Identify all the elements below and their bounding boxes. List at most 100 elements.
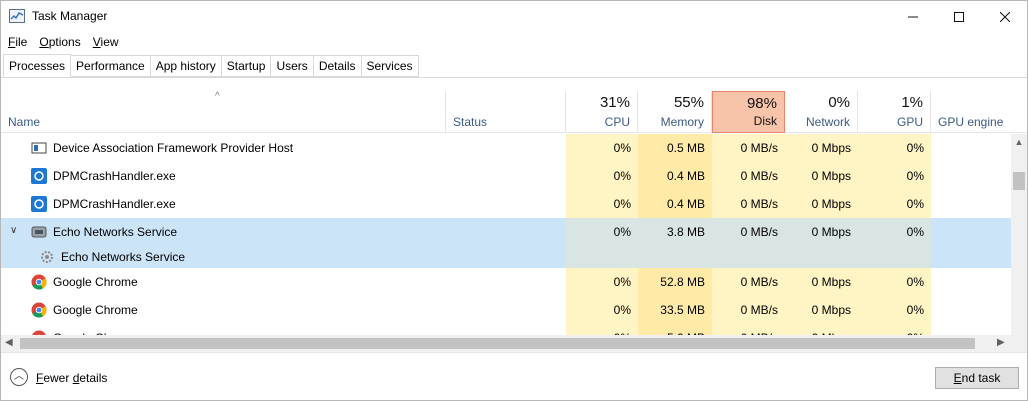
cpu-cell: 0% — [566, 162, 638, 190]
gpu-cell: 0% — [858, 218, 931, 246]
process-name: Google Chrome — [53, 303, 138, 317]
horizontal-scrollbar[interactable]: ◀ ▶ — [1, 335, 1027, 352]
fewer-details-link[interactable]: Fewer details — [36, 371, 107, 385]
service-window-icon — [31, 140, 47, 156]
gpu-cell: 0% — [858, 190, 931, 218]
network-cell: 0 Mbps — [785, 134, 858, 162]
memory-cell: 0.4 MB — [638, 162, 712, 190]
process-name: Echo Networks Service — [61, 250, 186, 264]
menu-file[interactable]: File — [1, 32, 32, 52]
cpu-cell — [566, 246, 638, 268]
disk-cell: 0 MB/s — [712, 134, 785, 162]
memory-cell: 0.4 MB — [638, 190, 712, 218]
process-list: 0% 0.5 MB 0 MB/s 0 Mbps 0% Device Association… — [1, 134, 1011, 335]
column-gpu-engine[interactable]: GPU engine — [931, 91, 1027, 133]
disk-cell: 0 MB/s — [712, 162, 785, 190]
cpu-cell: 0% — [566, 268, 638, 296]
vertical-scrollbar[interactable]: ▲ — [1011, 134, 1027, 335]
tab-app-history[interactable]: App history — [150, 55, 222, 77]
network-cell: 0 Mbps — [785, 324, 858, 335]
tab-users[interactable]: Users — [271, 55, 314, 77]
cpu-cell: 0% — [566, 134, 638, 162]
chevron-down-icon[interactable]: ∨ — [10, 225, 17, 236]
scroll-left-icon[interactable]: ◀ — [5, 337, 13, 348]
task-manager-icon — [9, 9, 25, 23]
tab-performance[interactable]: Performance — [71, 55, 151, 77]
column-gpu[interactable]: 1% GPU — [858, 91, 931, 133]
process-name: Google Chrome — [53, 275, 138, 289]
memory-cell: 33.5 MB — [638, 296, 712, 324]
cpu-cell: 0% — [566, 218, 638, 246]
app-blue-icon — [31, 168, 47, 184]
network-cell: 0 Mbps — [785, 218, 858, 246]
scroll-up-icon[interactable]: ▲ — [1011, 134, 1027, 150]
chrome-icon — [31, 302, 47, 318]
memory-cell: 0.5 MB — [638, 134, 712, 162]
process-row[interactable]: 0% 0.4 MB 0 MB/s 0 Mbps 0% DPMCrashHandler.ex… — [1, 190, 1011, 218]
tab-processes[interactable]: Processes — [3, 54, 72, 77]
tab-strip: Processes Performance App history Startu… — [3, 54, 419, 77]
process-subrow[interactable]: Echo Networks Service — [1, 246, 1011, 268]
gpu-cell: 0% — [858, 296, 931, 324]
memory-cell: 5.0 MB — [638, 324, 712, 335]
tabs-divider — [1, 77, 1027, 78]
network-cell: 0 Mbps — [785, 162, 858, 190]
disk-cell: 0 MB/s — [712, 296, 785, 324]
footer: ︿ Fewer details End task — [1, 352, 1027, 400]
process-name: DPMCrashHandler.exe — [53, 197, 176, 211]
column-disk[interactable]: 98% Disk — [712, 91, 785, 133]
chevron-up-icon[interactable]: ︿ — [10, 368, 28, 386]
network-cell: 0 Mbps — [785, 268, 858, 296]
maximize-button[interactable] — [936, 1, 982, 32]
process-row[interactable]: 0% 3.8 MB 0 MB/s 0 Mbps 0% ∨ Echo Networks Ser… — [1, 218, 1011, 246]
column-memory[interactable]: 55% Memory — [638, 91, 712, 133]
network-cell — [785, 246, 858, 268]
process-row[interactable]: 0% 33.5 MB 0 MB/s 0 Mbps 0% Google Chrome — [1, 296, 1011, 324]
column-status[interactable]: Status — [446, 91, 566, 133]
horizontal-scroll-thumb[interactable] — [20, 338, 975, 349]
column-name[interactable]: ^ Name — [1, 91, 446, 133]
sort-up-icon: ^ — [215, 91, 220, 102]
process-name: Google Chrome — [53, 324, 138, 335]
process-name: DPMCrashHandler.exe — [53, 169, 176, 183]
gpu-cell — [858, 246, 931, 268]
gpu-cell: 0% — [858, 268, 931, 296]
network-service-icon — [31, 224, 47, 240]
menu-bar: File Options View — [1, 32, 124, 52]
vertical-scroll-thumb[interactable] — [1013, 172, 1025, 190]
tab-services[interactable]: Services — [361, 55, 419, 77]
cpu-cell: 0% — [566, 190, 638, 218]
disk-cell: 0 MB/s — [712, 324, 785, 335]
menu-view[interactable]: View — [86, 32, 124, 52]
disk-cell: 0 MB/s — [712, 268, 785, 296]
close-button[interactable] — [982, 1, 1028, 32]
window-title: Task Manager — [32, 9, 108, 23]
gpu-cell: 0% — [858, 162, 931, 190]
process-name: Device Association Framework Provider Ho… — [53, 141, 294, 155]
process-row[interactable]: 0% 52.8 MB 0 MB/s 0 Mbps 0% Google Chrome — [1, 268, 1011, 296]
network-cell: 0 Mbps — [785, 296, 858, 324]
chrome-icon — [31, 274, 47, 290]
disk-cell: 0 MB/s — [712, 190, 785, 218]
end-task-button[interactable]: End task — [935, 367, 1019, 389]
minimize-button[interactable] — [890, 1, 936, 32]
cpu-cell: 0% — [566, 296, 638, 324]
gear-icon — [39, 249, 55, 265]
gpu-cell: 0% — [858, 134, 931, 162]
menu-options[interactable]: Options — [32, 32, 85, 52]
app-blue-icon — [31, 196, 47, 212]
process-row[interactable]: 0% 0.5 MB 0 MB/s 0 Mbps 0% Device Association… — [1, 134, 1011, 162]
process-row[interactable]: 0% 0.4 MB 0 MB/s 0 Mbps 0% DPMCrashHandler.ex… — [1, 162, 1011, 190]
process-name: Echo Networks Service — [53, 225, 178, 239]
column-header: ^ Name Status 31% CPU 55% Memory 98% Dis… — [1, 91, 1027, 133]
scroll-right-icon[interactable]: ▶ — [997, 337, 1005, 348]
memory-cell — [638, 246, 712, 268]
column-cpu[interactable]: 31% CPU — [566, 91, 638, 133]
network-cell: 0 Mbps — [785, 190, 858, 218]
process-row[interactable]: 0%5.0 MB0 MB/s0 Mbps0%Google Chrome — [1, 324, 1011, 335]
cpu-cell: 0% — [566, 324, 638, 335]
title-bar[interactable]: Task Manager — [1, 1, 1027, 32]
column-network[interactable]: 0% Network — [785, 91, 858, 133]
tab-details[interactable]: Details — [313, 55, 362, 77]
tab-startup[interactable]: Startup — [221, 55, 272, 77]
